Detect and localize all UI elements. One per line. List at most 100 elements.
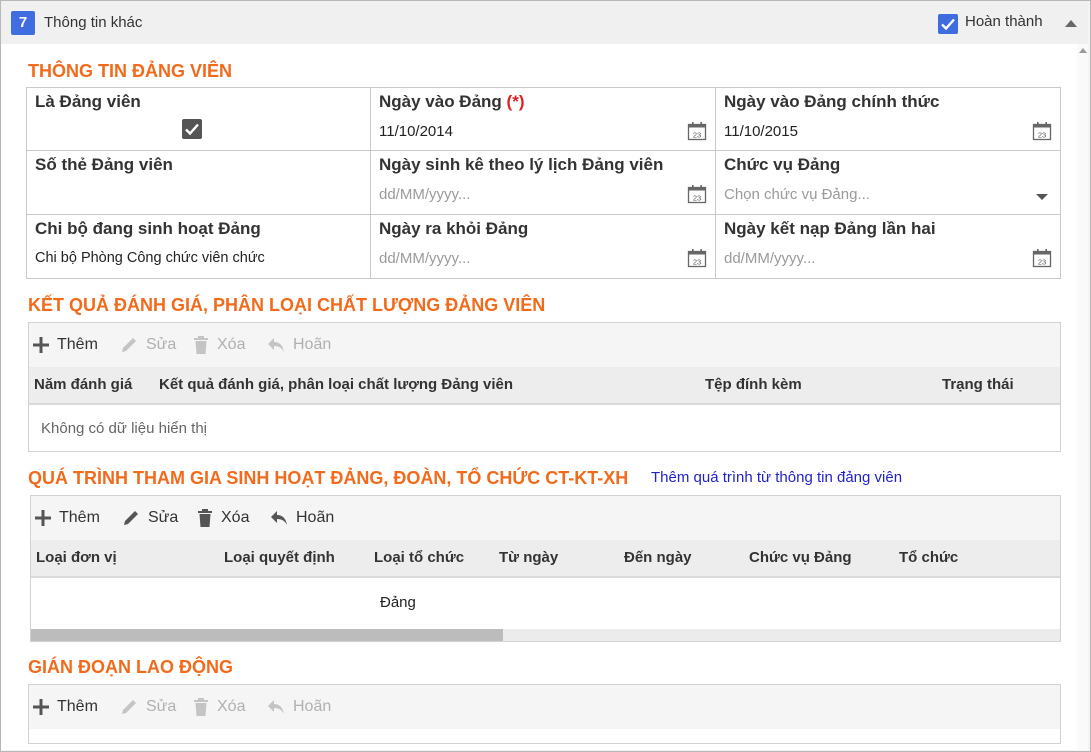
calendar-icon[interactable]: 23: [687, 184, 707, 209]
undo-label: Hoãn: [296, 509, 335, 526]
is-member-cell: Là Đảng viên: [27, 88, 371, 151]
party-position-select[interactable]: Chọn chức vụ Đảng...: [724, 186, 870, 203]
scroll-up-icon[interactable]: [1079, 48, 1087, 53]
chevron-down-icon[interactable]: [1036, 194, 1048, 200]
undo-icon: [271, 511, 287, 525]
add-from-party-info-link[interactable]: Thêm quá trình từ thông tin đảng viên: [651, 469, 902, 486]
birth-date-label: Ngày sinh kê theo lý lịch Đảng viên: [379, 155, 664, 174]
table-cell-org-type[interactable]: Đảng: [380, 594, 416, 611]
official-date-label: Ngày vào Đảng chính thức: [724, 92, 940, 111]
party-position-cell: Chức vụ Đảng Chọn chức vụ Đảng...: [716, 151, 1060, 215]
pencil-icon: [122, 700, 136, 714]
rejoin-date-input[interactable]: dd/MM/yyyy...: [724, 250, 815, 267]
svg-text:23: 23: [693, 131, 701, 140]
horizontal-scrollbar-thumb[interactable]: [31, 629, 503, 641]
interruption-heading: GIÁN ĐOẠN LAO ĐỘNG: [28, 657, 233, 677]
branch-label: Chi bộ đang sinh hoạt Đảng: [35, 219, 261, 238]
trash-icon: [194, 698, 208, 716]
vertical-scrollbar[interactable]: [1077, 44, 1088, 750]
section-number-badge: 7: [11, 11, 35, 35]
rejoin-date-cell: Ngày kết nạp Đảng lần hai dd/MM/yyyy... …: [716, 215, 1060, 278]
required-mark: (*): [506, 92, 525, 111]
participation-toolbar: Thêm Sửa Xóa Hoãn: [31, 496, 1060, 540]
edit-button[interactable]: Sửa: [121, 496, 178, 540]
leave-date-cell: Ngày ra khỏi Đảng dd/MM/yyyy... 23: [371, 215, 716, 278]
undo-button[interactable]: Hoãn: [266, 323, 331, 367]
undo-icon: [268, 700, 284, 714]
evaluation-table-header: Năm đánh giá Kết quả đánh giá, phân loại…: [29, 367, 1060, 405]
birth-date-cell: Ngày sinh kê theo lý lịch Đảng viên dd/M…: [371, 151, 716, 215]
add-label: Thêm: [57, 698, 98, 715]
edit-button[interactable]: Sửa: [119, 685, 176, 729]
column-header[interactable]: Đến ngày: [624, 549, 692, 566]
join-date-label-text: Ngày vào Đảng: [379, 92, 502, 111]
official-date-cell: Ngày vào Đảng chính thức 11/10/2015 23: [716, 88, 1060, 151]
join-date-input[interactable]: 11/10/2014: [379, 123, 453, 140]
birth-date-input[interactable]: dd/MM/yyyy...: [379, 186, 470, 203]
column-header[interactable]: Trạng thái: [942, 376, 1014, 393]
interruption-panel: Thêm Sửa Xóa Hoãn: [28, 684, 1061, 744]
edit-label: Sửa: [146, 698, 177, 715]
svg-text:23: 23: [1038, 131, 1046, 140]
complete-checkbox[interactable]: [938, 14, 958, 34]
column-header[interactable]: Từ ngày: [499, 549, 558, 566]
undo-button[interactable]: Hoãn: [266, 685, 331, 729]
section-header: 7 Thông tin khác Hoàn thành: [1, 1, 1088, 44]
evaluation-panel: Thêm Sửa Xóa Hoãn Năm đánh giá Kết quả đ…: [28, 322, 1061, 452]
rejoin-date-label: Ngày kết nạp Đảng lần hai: [724, 219, 936, 238]
column-header[interactable]: Kết quả đánh giá, phân loại chất lượng Đ…: [159, 376, 513, 393]
edit-button[interactable]: Sửa: [119, 323, 176, 367]
column-header[interactable]: Loại đơn vị: [36, 549, 117, 566]
add-button[interactable]: Thêm: [34, 496, 100, 540]
plus-icon: [35, 510, 51, 526]
evaluation-toolbar: Thêm Sửa Xóa Hoãn: [29, 323, 1060, 367]
is-member-checkbox[interactable]: [182, 119, 202, 139]
column-header[interactable]: Chức vụ Đảng: [749, 549, 852, 566]
column-header[interactable]: Loại quyết định: [224, 549, 335, 566]
delete-button[interactable]: Xóa: [192, 323, 245, 367]
plus-icon: [33, 699, 49, 715]
delete-button[interactable]: Xóa: [192, 685, 245, 729]
add-button[interactable]: Thêm: [32, 323, 98, 367]
horizontal-scrollbar[interactable]: [31, 629, 1060, 641]
undo-icon: [268, 338, 284, 352]
delete-button[interactable]: Xóa: [196, 496, 249, 540]
trash-icon: [198, 509, 212, 527]
collapse-arrow-icon[interactable]: [1065, 20, 1077, 27]
party-info-grid: Là Đảng viên Ngày vào Đảng (*) 11/10/201…: [26, 87, 1061, 279]
delete-label: Xóa: [217, 698, 246, 715]
column-header[interactable]: Loại tổ chức: [374, 549, 464, 566]
branch-input[interactable]: Chi bộ Phòng Công chức viên chức: [35, 250, 265, 266]
checkmark-icon: [185, 123, 199, 136]
svg-text:23: 23: [693, 258, 701, 267]
pencil-icon: [124, 511, 138, 525]
complete-label: Hoàn thành: [965, 13, 1043, 30]
is-member-label: Là Đảng viên: [35, 92, 141, 111]
svg-text:23: 23: [1038, 258, 1046, 267]
svg-text:23: 23: [693, 194, 701, 203]
calendar-icon[interactable]: 23: [687, 248, 707, 273]
column-header[interactable]: Tổ chức: [899, 549, 958, 566]
edit-label: Sửa: [148, 509, 179, 526]
delete-label: Xóa: [217, 336, 246, 353]
empty-table-message: Không có dữ liệu hiển thị: [41, 420, 207, 437]
calendar-icon[interactable]: 23: [1032, 121, 1052, 146]
participation-table-header: Loại đơn vị Loại quyết định Loại tổ chức…: [31, 540, 1060, 578]
party-info-heading: THÔNG TIN ĐẢNG VIÊN: [28, 61, 233, 81]
edit-label: Sửa: [146, 336, 177, 353]
join-date-cell: Ngày vào Đảng (*) 11/10/2014 23: [371, 88, 716, 151]
interruption-toolbar: Thêm Sửa Xóa Hoãn: [29, 685, 1060, 729]
calendar-icon[interactable]: 23: [687, 121, 707, 146]
undo-label: Hoãn: [293, 698, 332, 715]
leave-date-input[interactable]: dd/MM/yyyy...: [379, 250, 470, 267]
add-label: Thêm: [59, 509, 100, 526]
undo-button[interactable]: Hoãn: [269, 496, 334, 540]
official-date-input[interactable]: 11/10/2015: [724, 123, 798, 140]
column-header[interactable]: Tệp đính kèm: [705, 376, 802, 393]
calendar-icon[interactable]: 23: [1032, 248, 1052, 273]
undo-label: Hoãn: [293, 336, 332, 353]
column-header[interactable]: Năm đánh giá: [34, 376, 132, 393]
pencil-icon: [122, 338, 136, 352]
add-button[interactable]: Thêm: [32, 685, 98, 729]
party-position-label: Chức vụ Đảng: [724, 155, 841, 174]
